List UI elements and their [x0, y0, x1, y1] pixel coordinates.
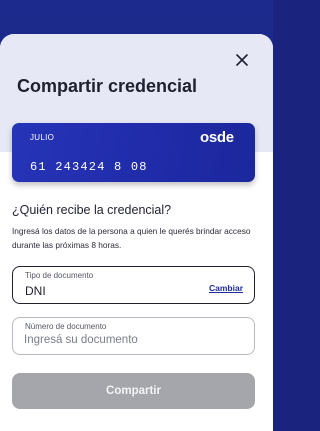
- card-number: 61 243424 8 08: [30, 160, 148, 174]
- change-document-type-link[interactable]: Cambiar: [209, 283, 243, 293]
- document-type-value: DNI: [25, 284, 46, 298]
- close-icon: [236, 54, 248, 66]
- card-month: JULIO: [30, 133, 55, 142]
- recipient-description: Ingresá los datos de la persona a quien …: [12, 226, 251, 250]
- recipient-question: ¿Quién recibe la credencial?: [12, 203, 172, 217]
- page-title: Compartir credencial: [17, 76, 198, 96]
- osde-logo: osde: [200, 129, 234, 146]
- document-number-label: Número de documento: [25, 322, 107, 331]
- document-number-field[interactable]: Número de documento: [12, 317, 255, 355]
- close-button[interactable]: [232, 50, 252, 70]
- credential-card: JULIO osde 61 243424 8 08: [12, 123, 255, 182]
- document-number-input[interactable]: [24, 334, 239, 346]
- document-type-field[interactable]: Tipo de documento DNI Cambiar: [12, 266, 255, 304]
- share-credential-sheet: Compartir credencial JULIO osde 61 24342…: [0, 34, 273, 431]
- share-button[interactable]: Compartir: [12, 373, 255, 409]
- document-type-label: Tipo de documento: [25, 271, 94, 280]
